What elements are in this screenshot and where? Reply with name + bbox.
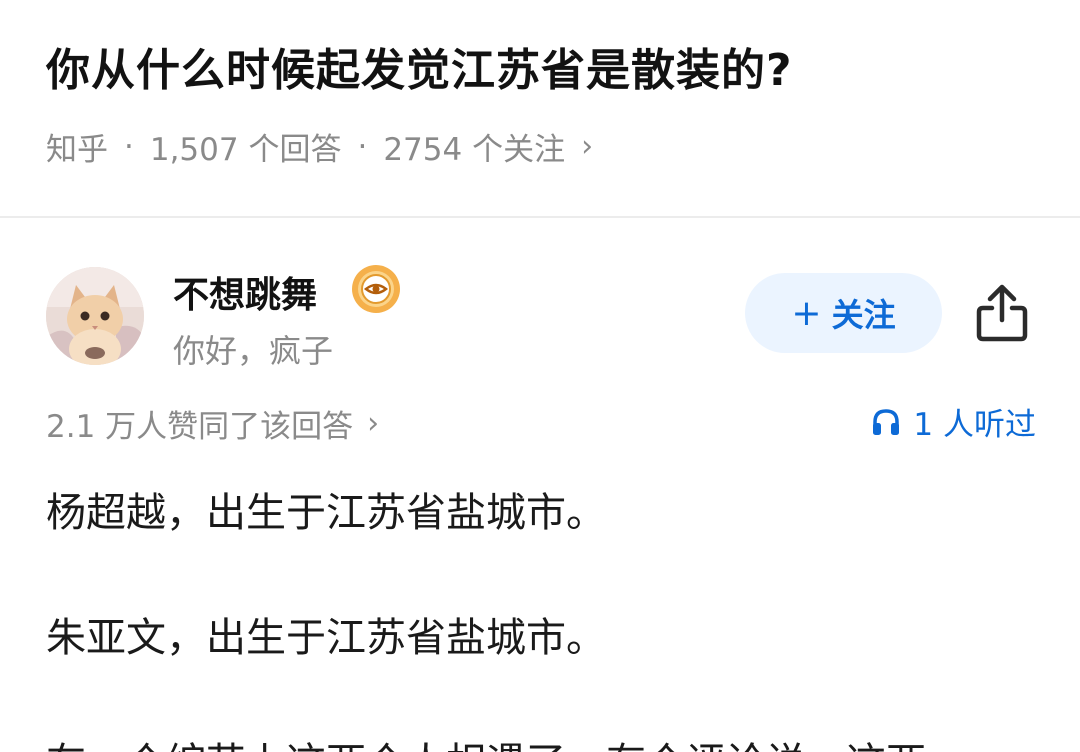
answer-paragraph: 杨超越，出生于江苏省盐城市。 bbox=[46, 490, 606, 536]
follow-label: 关注 bbox=[831, 296, 896, 334]
chevron-right-icon: › bbox=[367, 406, 380, 441]
answer-paragraph: 朱亚文，出生于江苏省盐城市。 bbox=[46, 615, 606, 661]
avatar[interactable] bbox=[46, 267, 144, 365]
question-title[interactable]: 你从什么时候起发觉江苏省是散装的? bbox=[46, 34, 793, 98]
answer-page: 你从什么时候起发觉江苏省是散装的? 知乎 · 1,507 个回答 · 2754 … bbox=[0, 0, 1080, 752]
follower-count: 2754 个关注 bbox=[383, 132, 566, 168]
author-name[interactable]: 不想跳舞 bbox=[173, 266, 317, 318]
follow-button[interactable]: + 关注 bbox=[745, 273, 942, 353]
listen-count[interactable]: 1 人听过 bbox=[871, 399, 1036, 444]
share-icon[interactable] bbox=[974, 282, 1030, 344]
author-signature: 你好，疯子 bbox=[173, 332, 334, 370]
eye-badge-icon[interactable] bbox=[352, 265, 400, 313]
plus-icon: + bbox=[791, 292, 822, 334]
meta-separator: · bbox=[357, 128, 368, 165]
question-meta[interactable]: 知乎 · 1,507 个回答 · 2754 个关注 › bbox=[46, 124, 593, 169]
headphones-icon bbox=[873, 408, 900, 435]
answer-paragraph: 在一个综艺上这两个人相遇了，有个评论说，这两 bbox=[46, 730, 926, 752]
meta-separator: · bbox=[124, 128, 134, 165]
source-label: 知乎 bbox=[46, 132, 108, 168]
chevron-right-icon: › bbox=[581, 129, 594, 164]
section-divider bbox=[0, 216, 1080, 218]
answer-count: 1,507 个回答 bbox=[149, 132, 342, 168]
vote-summary[interactable]: 2.1 万人赞同了该回答 › bbox=[46, 401, 379, 446]
share-glyph bbox=[976, 284, 1028, 342]
vote-count: 2.1 万人赞同了该回答 bbox=[46, 409, 354, 445]
eye-glyph bbox=[358, 271, 394, 307]
listen-label: 1 人听过 bbox=[913, 407, 1036, 443]
cat-avatar-icon bbox=[46, 267, 144, 365]
